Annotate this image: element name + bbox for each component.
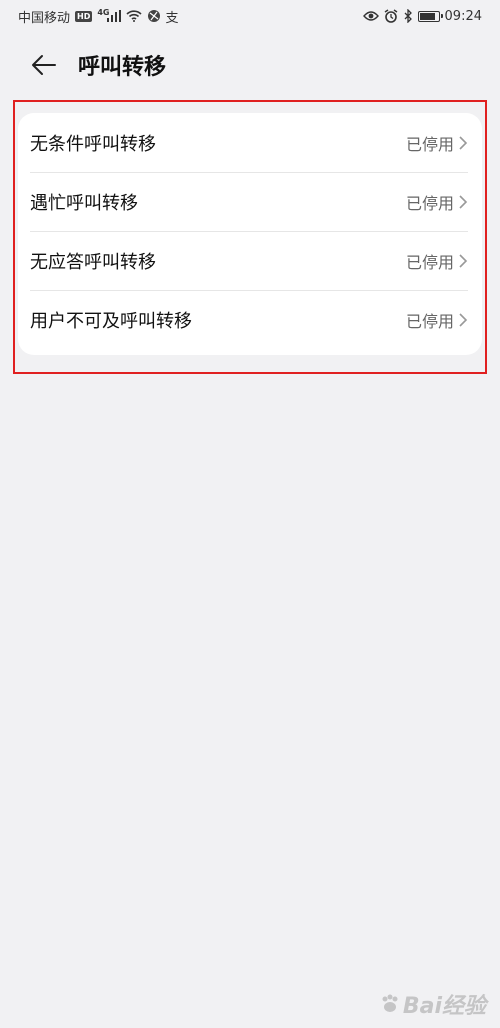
signal-icon: 4G	[97, 7, 121, 22]
status-bar: 中国移动 HD 4G 支 09:24	[0, 0, 500, 32]
network-type-label: 4G	[97, 7, 110, 17]
app-header: 呼叫转移	[0, 40, 500, 90]
carrier-label: 中国移动	[18, 10, 71, 26]
input-method-label: 支	[165, 10, 179, 26]
hd-badge: HD	[75, 10, 93, 22]
wifi-icon	[125, 10, 142, 22]
back-button[interactable]	[24, 45, 64, 85]
location-ball-icon	[147, 9, 161, 23]
paw-icon	[382, 994, 398, 1012]
watermark-text: Bai经验	[402, 994, 486, 1019]
battery-icon	[417, 10, 443, 22]
bluetooth-icon	[403, 9, 413, 23]
eye-icon	[362, 10, 379, 22]
watermark: Bai经验	[379, 988, 486, 1020]
status-bar-right: 09:24	[362, 8, 482, 24]
status-bar-left: 中国移动 HD 4G 支	[18, 7, 179, 26]
highlight-box	[13, 100, 487, 374]
back-arrow-icon	[32, 55, 56, 75]
alarm-icon	[384, 9, 398, 23]
page-title: 呼叫转移	[78, 55, 167, 80]
clock-time: 09:24	[444, 8, 482, 24]
